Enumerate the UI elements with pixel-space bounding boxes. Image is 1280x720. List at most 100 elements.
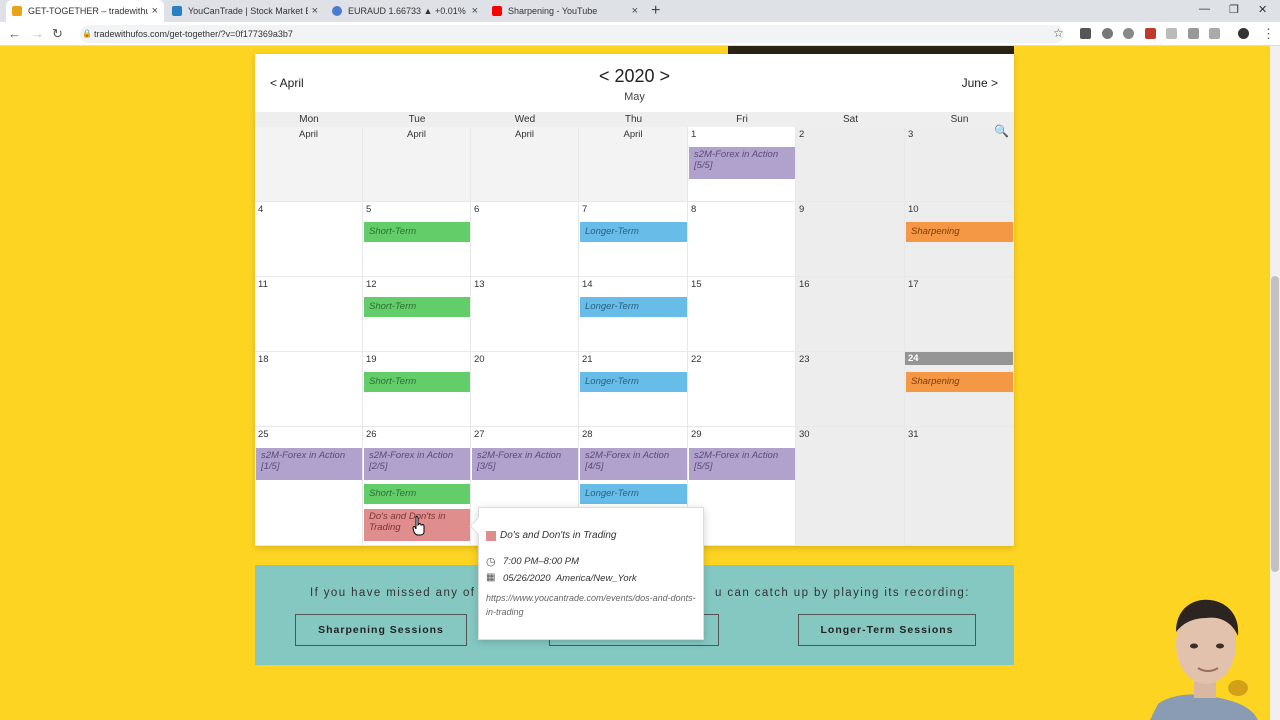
reload-icon[interactable]: ↻ (52, 26, 63, 42)
extension-icon[interactable] (1209, 28, 1220, 39)
extension-icon[interactable] (1166, 28, 1177, 39)
day-number: 22 (691, 354, 702, 365)
day-cell[interactable]: 16 (796, 277, 905, 352)
close-tab-icon[interactable]: × (632, 5, 638, 17)
day-number: 1 (691, 129, 697, 140)
popup-date: 05/26/2020 (503, 573, 551, 584)
tab-youtube[interactable]: Sharpening - YouTube × (486, 0, 644, 22)
year-title[interactable]: < 2020 > (255, 66, 1014, 87)
bookmark-star-icon[interactable]: ☆ (1053, 26, 1064, 40)
event-calendar: < April June > < 2020 > May Mon Tue Wed Thu… (255, 54, 1014, 546)
day-number: 23 (799, 354, 810, 365)
day-cell[interactable]: 8 (688, 202, 796, 277)
menu-kebab-icon[interactable]: ⋮ (1262, 26, 1275, 42)
popup-event-url[interactable]: https://www.youcantrade.com/events/dos-a… (486, 591, 696, 619)
day-cell[interactable]: April (471, 127, 579, 202)
calendar-event[interactable]: Longer-Term (580, 484, 687, 504)
calendar-event[interactable]: Short-Term (364, 372, 470, 392)
popup-timezone: America/New_York (555, 573, 637, 584)
day-number: April (298, 129, 318, 140)
scrollbar-thumb[interactable] (1271, 276, 1279, 572)
calendar-event[interactable]: Short-Term (364, 484, 470, 504)
day-cell[interactable]: 11 (255, 277, 363, 352)
webcam-overlay (1140, 592, 1270, 720)
longer-term-sessions-button[interactable]: Longer-Term Sessions (798, 614, 976, 646)
day-number: 6 (474, 204, 480, 215)
new-tab-button[interactable]: + (651, 2, 660, 20)
calendar-event[interactable]: s2M-Forex in Action [3/5] (472, 448, 578, 480)
tab-title: YouCanTrade | Stock Market Edu (188, 6, 308, 16)
day-cell[interactable]: 9 (796, 202, 905, 277)
day-cell[interactable]: 17 (905, 277, 1014, 352)
close-tab-icon[interactable]: × (472, 5, 478, 17)
close-tab-icon[interactable]: × (312, 5, 318, 17)
day-cell[interactable]: 13 (471, 277, 579, 352)
calendar-event[interactable]: Short-Term (364, 222, 470, 242)
hand-cursor-icon (412, 516, 425, 536)
close-window-button[interactable]: ✕ (1258, 3, 1267, 16)
sharpening-sessions-button[interactable]: Sharpening Sessions (295, 614, 467, 646)
extension-icon[interactable] (1145, 28, 1156, 39)
day-cell[interactable]: 31 (905, 427, 1014, 546)
day-number: 8 (691, 204, 697, 215)
restore-button[interactable]: ❐ (1229, 3, 1239, 16)
minimize-button[interactable]: — (1199, 3, 1210, 15)
extension-icon[interactable] (1080, 28, 1091, 39)
search-icon[interactable]: 🔍 (994, 124, 1009, 138)
address-bar[interactable]: 🔒 tradewithufos.com/get-together/?v=0f17… (80, 25, 1064, 43)
day-cell[interactable]: April (255, 127, 363, 202)
day-number: 17 (908, 279, 919, 290)
day-cell[interactable]: 2 (796, 127, 905, 202)
back-arrow-icon[interactable]: ← (8, 26, 21, 41)
day-cell[interactable]: April (579, 127, 688, 202)
extension-icon[interactable] (1123, 28, 1134, 39)
calendar-event[interactable]: Sharpening (906, 222, 1013, 242)
page-scrollbar[interactable] (1270, 46, 1280, 720)
calendar-event[interactable]: Longer-Term (580, 372, 687, 392)
day-cell[interactable]: 20 (471, 352, 579, 427)
day-number: April (514, 129, 534, 140)
extension-icon[interactable] (1102, 28, 1113, 39)
calendar-event[interactable]: Longer-Term (580, 297, 687, 317)
youtube-icon (492, 6, 502, 16)
day-cell[interactable]: 29 (688, 427, 796, 546)
day-cell[interactable]: April (363, 127, 471, 202)
day-number: 18 (258, 354, 269, 365)
calendar-event[interactable]: s2M-Forex in Action [1/5] (256, 448, 362, 480)
day-number: 28 (582, 429, 593, 440)
day-number: 15 (691, 279, 702, 290)
tab-get-together[interactable]: GET-TOGETHER – tradewithufos × (6, 0, 164, 22)
site-favicon-icon (172, 6, 182, 16)
avatar[interactable] (1238, 28, 1249, 39)
day-cell[interactable]: 3 (905, 127, 1014, 202)
day-number: April (406, 129, 426, 140)
calendar-event[interactable]: Sharpening (906, 372, 1013, 392)
calendar-event[interactable]: Short-Term (364, 297, 470, 317)
tab-title: Sharpening - YouTube (508, 6, 598, 16)
calendar-event[interactable]: s2M-Forex in Action [4/5] (580, 448, 687, 480)
day-number: 14 (582, 279, 593, 290)
day-cell[interactable]: 18 (255, 352, 363, 427)
calendar-event[interactable]: s2M-Forex in Action [2/5] (364, 448, 470, 480)
calendar-event[interactable]: s2M-Forex in Action [5/5] (689, 448, 795, 480)
day-number: 24 (905, 352, 1013, 365)
extension-icon[interactable] (1188, 28, 1199, 39)
day-cell[interactable]: 22 (688, 352, 796, 427)
tab-youcantrade[interactable]: YouCanTrade | Stock Market Edu × (166, 0, 324, 22)
calendar-event[interactable]: Longer-Term (580, 222, 687, 242)
site-favicon-icon (12, 6, 22, 16)
calendar-event[interactable]: s2M-Forex in Action [5/5] (689, 147, 795, 179)
day-cell[interactable]: 30 (796, 427, 905, 546)
popup-event-time: 7:00 PM–8:00 PM (503, 556, 580, 567)
forward-arrow-icon[interactable]: → (31, 26, 44, 41)
day-cell[interactable]: 25 (255, 427, 363, 546)
day-cell[interactable]: 4 (255, 202, 363, 277)
day-cell[interactable]: 6 (471, 202, 579, 277)
lock-icon: 🔒 (82, 29, 92, 38)
day-cell[interactable]: 15 (688, 277, 796, 352)
tab-euraud[interactable]: EURAUD 1.66733 ▲ +0.01% UFO × (326, 0, 484, 22)
close-tab-icon[interactable]: × (152, 5, 158, 17)
day-cell[interactable]: 23 (796, 352, 905, 427)
day-number: 31 (908, 429, 919, 440)
day-number: 16 (799, 279, 810, 290)
